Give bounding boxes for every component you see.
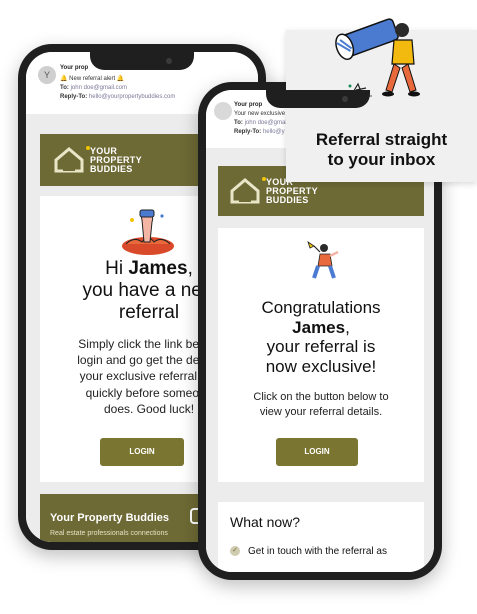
check-icon: ✓ bbox=[230, 546, 240, 556]
avatar: Y bbox=[38, 66, 56, 84]
avatar bbox=[214, 102, 232, 120]
footer-title: Your Property Buddies bbox=[50, 512, 169, 524]
email-to: To: john doe@gmail. bbox=[234, 120, 290, 126]
reply-value: hello@yourpropertybuddies.com bbox=[88, 94, 176, 100]
step-text: Get in touch with the referral as bbox=[248, 546, 387, 557]
bell-icon: 🔔 bbox=[116, 76, 125, 82]
camera-icon bbox=[166, 58, 172, 64]
to-label: To: bbox=[60, 85, 69, 91]
to-value: john doe@gmail.com bbox=[70, 85, 128, 91]
heading-line: Congratulations bbox=[261, 298, 381, 317]
logo-line: BUDDIES bbox=[266, 195, 309, 205]
body-line: view your referral details. bbox=[259, 405, 383, 418]
what-now-card: What now? ✓ Get in touch with the referr… bbox=[218, 502, 424, 572]
phone-notch bbox=[90, 52, 194, 70]
bell-icon: 🔔 bbox=[60, 76, 68, 82]
logo-line: BUDDIES bbox=[90, 164, 133, 174]
login-button[interactable]: LOGIN bbox=[276, 438, 358, 466]
email-preview: Your new exclusive bbox=[234, 111, 286, 117]
house-logo-icon bbox=[54, 147, 84, 173]
house-logo-icon bbox=[230, 178, 260, 204]
login-button[interactable]: LOGIN bbox=[100, 438, 184, 466]
camera-icon bbox=[342, 96, 348, 102]
logo-text: YOUR PROPERTY BUDDIES bbox=[90, 147, 142, 174]
callout-title-line: to your inbox bbox=[327, 150, 436, 170]
email-subject: Your prop bbox=[60, 65, 89, 71]
callout-title: Referral straight to your inbox bbox=[286, 130, 477, 171]
greeting-prefix: Hi bbox=[105, 258, 129, 279]
email-reply-to: Reply-To: hello@y bbox=[234, 129, 285, 135]
reply-value: hello@y bbox=[262, 129, 285, 135]
body-line: Click on the button below to bbox=[253, 391, 389, 403]
congrats-heading: Congratulations James, your referral is … bbox=[218, 298, 424, 376]
heading-line: now exclusive! bbox=[265, 356, 377, 376]
heading-suffix: , bbox=[345, 317, 350, 337]
to-label: To: bbox=[234, 120, 243, 126]
callout-title-line: Referral straight bbox=[315, 130, 448, 149]
heading-name: James bbox=[292, 317, 346, 337]
greeting-name: James bbox=[128, 258, 188, 279]
greeting-suffix: , bbox=[187, 258, 193, 279]
email-card: Congratulations James, your referral is … bbox=[218, 228, 424, 482]
email-preview-text: New referral alert bbox=[69, 76, 116, 82]
to-value: john doe@gmail. bbox=[244, 120, 290, 126]
footer-subtitle: Real estate professionals connections bbox=[50, 530, 168, 537]
reply-label: Reply-To: bbox=[234, 129, 262, 135]
email-reply-to: Reply-To: hello@yourpropertybuddies.com bbox=[60, 94, 175, 100]
illustration-icon bbox=[122, 209, 174, 255]
logo-text: YOUR PROPERTY BUDDIES bbox=[266, 178, 318, 205]
reply-label: Reply-To: bbox=[60, 94, 88, 100]
heading-line: your referral is bbox=[266, 337, 376, 357]
celebrating-person-icon bbox=[307, 241, 339, 279]
email-preview: 🔔 New referral alert 🔔 bbox=[60, 75, 124, 82]
phone-notch bbox=[266, 90, 370, 108]
email-subject: Your prop bbox=[234, 102, 263, 108]
email-to: To: john doe@gmail.com bbox=[60, 85, 127, 91]
body-text: Click on the button below to view your r… bbox=[218, 390, 424, 420]
section-title: What now? bbox=[230, 514, 301, 530]
